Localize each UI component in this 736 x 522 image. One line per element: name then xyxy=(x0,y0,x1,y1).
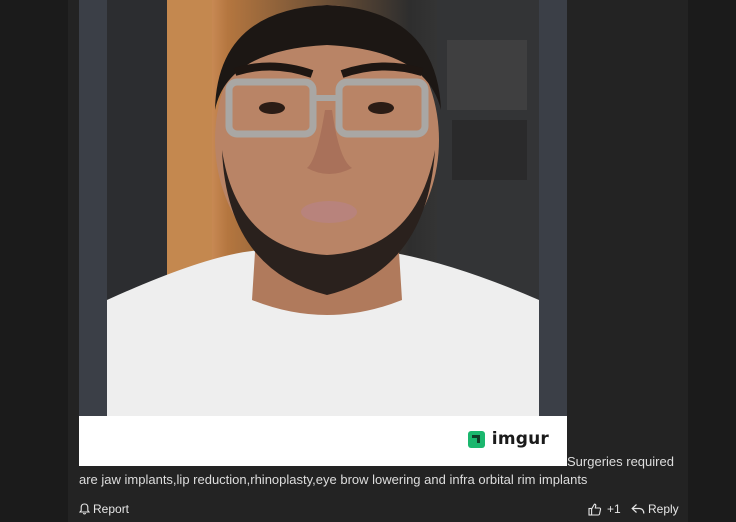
upvote-button[interactable]: +1 xyxy=(588,502,621,516)
page: imgur Surgeries required are jaw implant… xyxy=(0,0,736,522)
report-button[interactable]: Report xyxy=(79,502,129,516)
comment-text-line-1: Surgeries required xyxy=(567,454,674,469)
reply-label: Reply xyxy=(648,502,679,516)
vote-count: +1 xyxy=(607,502,621,516)
comment-body: Surgeries required are jaw implants,lip … xyxy=(79,453,684,489)
imgur-embed[interactable]: imgur xyxy=(79,0,567,466)
reply-button[interactable]: Reply xyxy=(631,502,679,516)
thumbs-up-icon xyxy=(588,503,602,516)
portrait-photo[interactable] xyxy=(107,0,539,416)
portrait-illustration xyxy=(107,0,539,416)
comment-actions: Report +1 Reply xyxy=(79,500,684,520)
comment-text-line-2: are jaw implants,lip reduction,rhinoplas… xyxy=(79,472,588,487)
embed-image-area[interactable] xyxy=(79,0,567,416)
imgur-logo-icon xyxy=(467,430,485,448)
reply-arrow-icon xyxy=(631,504,645,514)
imgur-logo[interactable]: imgur xyxy=(467,428,549,450)
imgur-brand-text: imgur xyxy=(491,429,549,449)
bell-icon xyxy=(79,503,90,515)
report-label: Report xyxy=(93,502,130,516)
